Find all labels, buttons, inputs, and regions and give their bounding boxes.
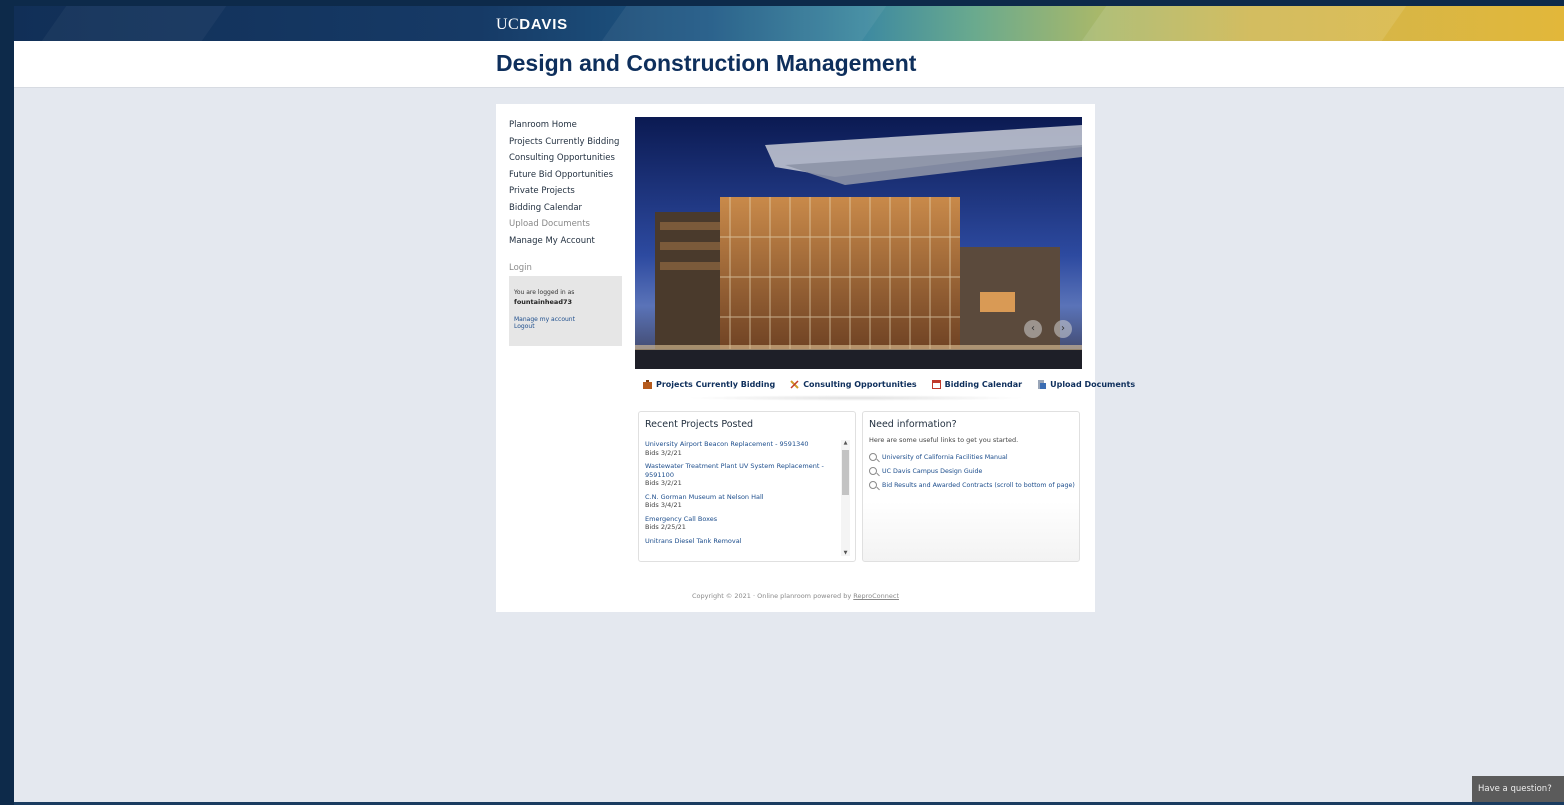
info-links: University of California Facilities Manu… [869, 450, 1075, 492]
nav-item-consulting-opportunities[interactable]: Consulting Opportunities [509, 152, 629, 169]
magnifier-icon [869, 481, 877, 489]
magnifier-icon [869, 467, 877, 475]
quicklink-upload-documents[interactable]: Upload Documents [1037, 379, 1136, 389]
hero-image-slider[interactable]: ‹ › [635, 117, 1082, 369]
nav-item-projects-currently-bidding[interactable]: Projects Currently Bidding [509, 136, 629, 153]
project-bid-date: Bids 3/4/21 [645, 501, 682, 509]
have-a-question-label: Have a question? [1478, 784, 1552, 794]
nav-item-private-projects[interactable]: Private Projects [509, 185, 629, 202]
nav-item-upload-documents[interactable]: Upload Documents [509, 218, 629, 235]
info-link-label: UC Davis Campus Design Guide [882, 467, 983, 475]
quicklink-label: Upload Documents [1050, 379, 1136, 389]
brand-bar: UCDAVIS [14, 6, 1564, 41]
recent-projects-list[interactable]: University Airport Beacon Replacement - … [645, 440, 841, 557]
list-item: University Airport Beacon Replacement - … [645, 440, 841, 457]
sidebar-nav: Planroom Home Projects Currently Bidding… [509, 119, 629, 251]
project-link[interactable]: Unitrans Diesel Tank Removal [645, 537, 841, 546]
document-upload-icon [1038, 379, 1047, 389]
quicklink-bidding-calendar[interactable]: Bidding Calendar [931, 379, 1023, 389]
username: fountainhead73 [514, 298, 573, 306]
briefcase-icon [643, 379, 652, 389]
nav-item-bidding-calendar[interactable]: Bidding Calendar [509, 202, 629, 219]
brand-bar-stripe [1081, 6, 1407, 41]
divider-shadow [686, 395, 1026, 401]
info-link-design-guide[interactable]: UC Davis Campus Design Guide [869, 464, 1075, 478]
info-link-bid-results[interactable]: Bid Results and Awarded Contracts (scrol… [869, 478, 1075, 492]
slider-prev-button[interactable]: ‹ [1024, 320, 1042, 338]
calendar-icon [931, 379, 941, 389]
project-link[interactable]: Emergency Call Boxes [645, 515, 841, 524]
recent-projects-heading: Recent Projects Posted [645, 419, 754, 430]
browser-viewport: UCDAVIS Design and Construction Manageme… [14, 6, 1564, 802]
building-photo [635, 117, 1082, 369]
site-header: Design and Construction Management [14, 41, 1564, 88]
need-information-subtitle: Here are some useful links to get you st… [869, 436, 1019, 444]
scroll-up-arrow-icon[interactable]: ▲ [841, 440, 850, 446]
scroll-down-arrow-icon[interactable]: ▼ [841, 550, 850, 556]
project-bid-date: Bids 2/25/21 [645, 523, 686, 531]
window-left-edge [0, 0, 14, 805]
project-link[interactable]: University Airport Beacon Replacement - … [645, 440, 841, 449]
logo-uc: UC [496, 16, 520, 33]
main-content: Planroom Home Projects Currently Bidding… [496, 104, 1135, 612]
login-box: You are logged in as fountainhead73 Mana… [509, 276, 622, 346]
quicklink-label: Consulting Opportunities [803, 379, 917, 389]
info-link-label: University of California Facilities Manu… [882, 453, 1008, 461]
info-link-facilities-manual[interactable]: University of California Facilities Manu… [869, 450, 1075, 464]
info-link-label: Bid Results and Awarded Contracts (scrol… [882, 481, 1075, 489]
quicklink-label: Bidding Calendar [944, 379, 1023, 389]
quicklink-projects-bidding[interactable]: Projects Currently Bidding [643, 379, 776, 389]
login-heading: Login [509, 263, 532, 273]
logout-link[interactable]: Logout [514, 323, 617, 330]
footer: Copyright © 2021 · Online planroom power… [496, 592, 1095, 600]
tools-icon [790, 379, 799, 389]
ucdavis-logo[interactable]: UCDAVIS [496, 16, 568, 34]
project-bid-date: Bids 3/2/21 [645, 448, 682, 457]
list-item: Emergency Call Boxes Bids 2/25/21 [645, 515, 841, 532]
nav-item-planroom-home[interactable]: Planroom Home [509, 119, 629, 136]
nav-item-manage-my-account[interactable]: Manage My Account [509, 235, 629, 252]
list-item: C.N. Gorman Museum at Nelson Hall Bids 3… [645, 493, 841, 510]
recent-projects-scrollbar[interactable]: ▲ ▼ [841, 440, 850, 556]
copyright-text: Copyright © 2021 · Online planroom power… [691, 592, 852, 600]
need-information-panel: Need information? Here are some useful l… [862, 411, 1080, 562]
logged-in-text: You are logged in as [514, 289, 575, 296]
recent-projects-panel: Recent Projects Posted University Airpor… [638, 411, 856, 562]
quicklink-consulting[interactable]: Consulting Opportunities [790, 379, 917, 389]
have-a-question-button[interactable]: Have a question? [1472, 776, 1564, 802]
brand-bar-stripe [41, 6, 227, 41]
brand-bar-stripe [601, 6, 887, 41]
quicklink-label: Projects Currently Bidding [656, 379, 776, 389]
manage-account-link[interactable]: Manage my account [514, 316, 617, 323]
project-bid-date: Bids 3/2/21 [645, 479, 682, 487]
quick-links: Projects Currently Bidding Consulting Op… [635, 374, 1135, 394]
list-item: Unitrans Diesel Tank Removal [645, 537, 841, 546]
logo-davis: DAVIS [519, 16, 568, 33]
reproconnect-link[interactable]: ReproConnect [853, 592, 899, 600]
list-item: Wastewater Treatment Plant UV System Rep… [645, 462, 841, 488]
site-title[interactable]: Design and Construction Management [496, 50, 916, 77]
need-information-heading: Need information? [869, 419, 957, 430]
project-link[interactable]: C.N. Gorman Museum at Nelson Hall [645, 493, 841, 502]
magnifier-icon [869, 453, 877, 461]
scrollbar-thumb[interactable] [842, 450, 849, 495]
nav-item-future-bid-opportunities[interactable]: Future Bid Opportunities [509, 169, 629, 186]
slider-next-button[interactable]: › [1054, 320, 1072, 338]
project-link[interactable]: Wastewater Treatment Plant UV System Rep… [645, 462, 841, 479]
